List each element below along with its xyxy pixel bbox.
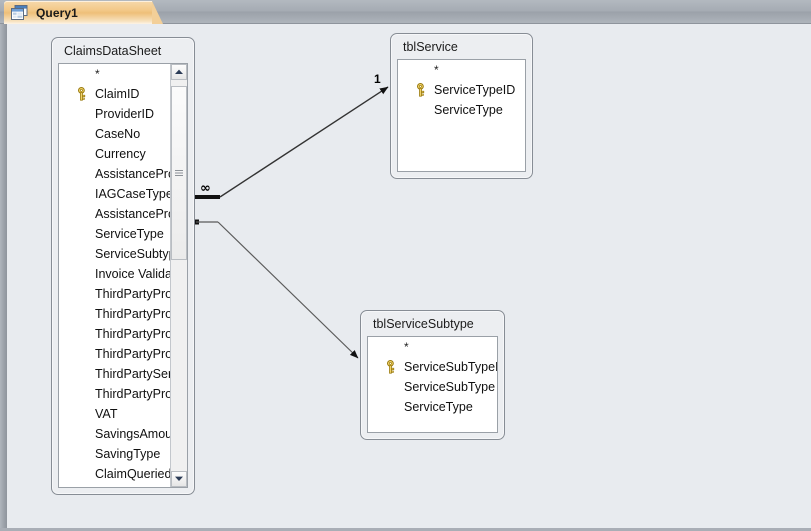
field-row[interactable]: ServiceType bbox=[368, 397, 497, 417]
field-label: ServiceSubType bbox=[404, 380, 496, 394]
field-list[interactable]: * ServiceSubTypeID ServiceSubType ServiceTy… bbox=[367, 336, 498, 433]
field-row[interactable]: ClaimID bbox=[59, 84, 187, 104]
join-servicetype[interactable]: ∞1 bbox=[194, 72, 389, 199]
table-box-title: ClaimsDataSheet bbox=[64, 44, 162, 58]
field-label: ClaimID bbox=[95, 87, 140, 101]
field-row[interactable]: Invoice Validate bbox=[59, 264, 187, 284]
field-label: * bbox=[95, 67, 100, 81]
field-label: ServiceType bbox=[95, 227, 164, 241]
table-box-claimsdatasheet[interactable]: ClaimsDataSheet * ClaimID ProviderID CaseNo C… bbox=[51, 37, 195, 495]
scroll-down-arrow-icon[interactable] bbox=[171, 471, 187, 487]
field-row[interactable]: VAT bbox=[59, 404, 187, 424]
field-row[interactable]: ThirdPartyProvid bbox=[59, 304, 187, 324]
field-row[interactable]: ProviderID bbox=[59, 104, 187, 124]
field-row[interactable]: ServiceTypeID bbox=[398, 80, 525, 100]
primary-key-icon bbox=[384, 360, 397, 374]
field-row[interactable]: ServiceType bbox=[59, 224, 187, 244]
field-label: SavingType bbox=[95, 447, 161, 461]
field-list[interactable]: * ServiceTypeID ServiceType bbox=[397, 59, 526, 172]
field-row[interactable]: ClaimsHandling bbox=[59, 484, 187, 488]
field-row[interactable]: ServiceSubType bbox=[368, 377, 497, 397]
field-row-all[interactable]: * bbox=[59, 64, 187, 84]
field-row-all[interactable]: * bbox=[368, 337, 497, 357]
field-label: ServiceType bbox=[404, 400, 473, 414]
table-box-tblservice[interactable]: tblService * ServiceTypeID ServiceType bbox=[390, 33, 533, 179]
field-row[interactable]: CaseNo bbox=[59, 124, 187, 144]
table-box-tblservicesubtype[interactable]: tblServiceSubtype * ServiceSubTypeID Servic… bbox=[360, 310, 505, 440]
field-row[interactable]: AssistanceProvid bbox=[59, 164, 187, 184]
field-label: ClaimsHandling bbox=[95, 487, 183, 488]
field-row[interactable]: Currency bbox=[59, 144, 187, 164]
join-line bbox=[219, 86, 389, 198]
field-row[interactable]: ThirdPartyProvid bbox=[59, 324, 187, 344]
field-row[interactable]: ServiceSubTypeID bbox=[368, 357, 497, 377]
join-servicesubtype[interactable] bbox=[194, 219, 359, 359]
field-label: * bbox=[434, 63, 439, 77]
field-row[interactable]: ThirdPartyProvid bbox=[59, 384, 187, 404]
field-label: Currency bbox=[95, 147, 146, 161]
join-line bbox=[217, 221, 359, 359]
field-label: ServiceType bbox=[434, 103, 503, 117]
field-row-all[interactable]: * bbox=[398, 60, 525, 80]
field-row[interactable]: ServiceType bbox=[398, 100, 525, 120]
field-list[interactable]: * ClaimID ProviderID CaseNo Currency Assistan… bbox=[58, 63, 188, 488]
field-row[interactable]: IAGCaseType bbox=[59, 184, 187, 204]
field-row[interactable]: SavingType bbox=[59, 444, 187, 464]
field-row[interactable]: ClaimQueried bbox=[59, 464, 187, 484]
field-label: * bbox=[404, 340, 409, 354]
table-box-title: tblService bbox=[403, 40, 458, 54]
field-label: ProviderID bbox=[95, 107, 155, 121]
field-list-scrollbar[interactable] bbox=[170, 64, 187, 487]
field-row[interactable]: SavingsAmount bbox=[59, 424, 187, 444]
field-row[interactable]: ThirdPartyServic bbox=[59, 364, 187, 384]
field-row[interactable]: AssistanceProvid bbox=[59, 204, 187, 224]
field-label: ServiceTypeID bbox=[434, 83, 516, 97]
field-label: CaseNo bbox=[95, 127, 141, 141]
field-row[interactable]: ThirdPartyProvid bbox=[59, 284, 187, 304]
scroll-up-arrow-icon[interactable] bbox=[171, 64, 187, 80]
scrollbar-thumb[interactable] bbox=[171, 86, 187, 260]
table-box-title: tblServiceSubtype bbox=[373, 317, 474, 331]
join-one-label: 1 bbox=[374, 72, 381, 86]
join-many-label: ∞ bbox=[200, 181, 211, 196]
field-label: VAT bbox=[95, 407, 118, 421]
primary-key-icon bbox=[75, 87, 88, 101]
field-row[interactable]: ServiceSubtype bbox=[59, 244, 187, 264]
field-row[interactable]: ThirdPartyProvid bbox=[59, 344, 187, 364]
field-label: ServiceSubTypeID bbox=[404, 360, 497, 374]
field-label: ClaimQueried bbox=[95, 467, 172, 481]
field-label: IAGCaseType bbox=[95, 187, 173, 201]
primary-key-icon bbox=[414, 83, 427, 97]
